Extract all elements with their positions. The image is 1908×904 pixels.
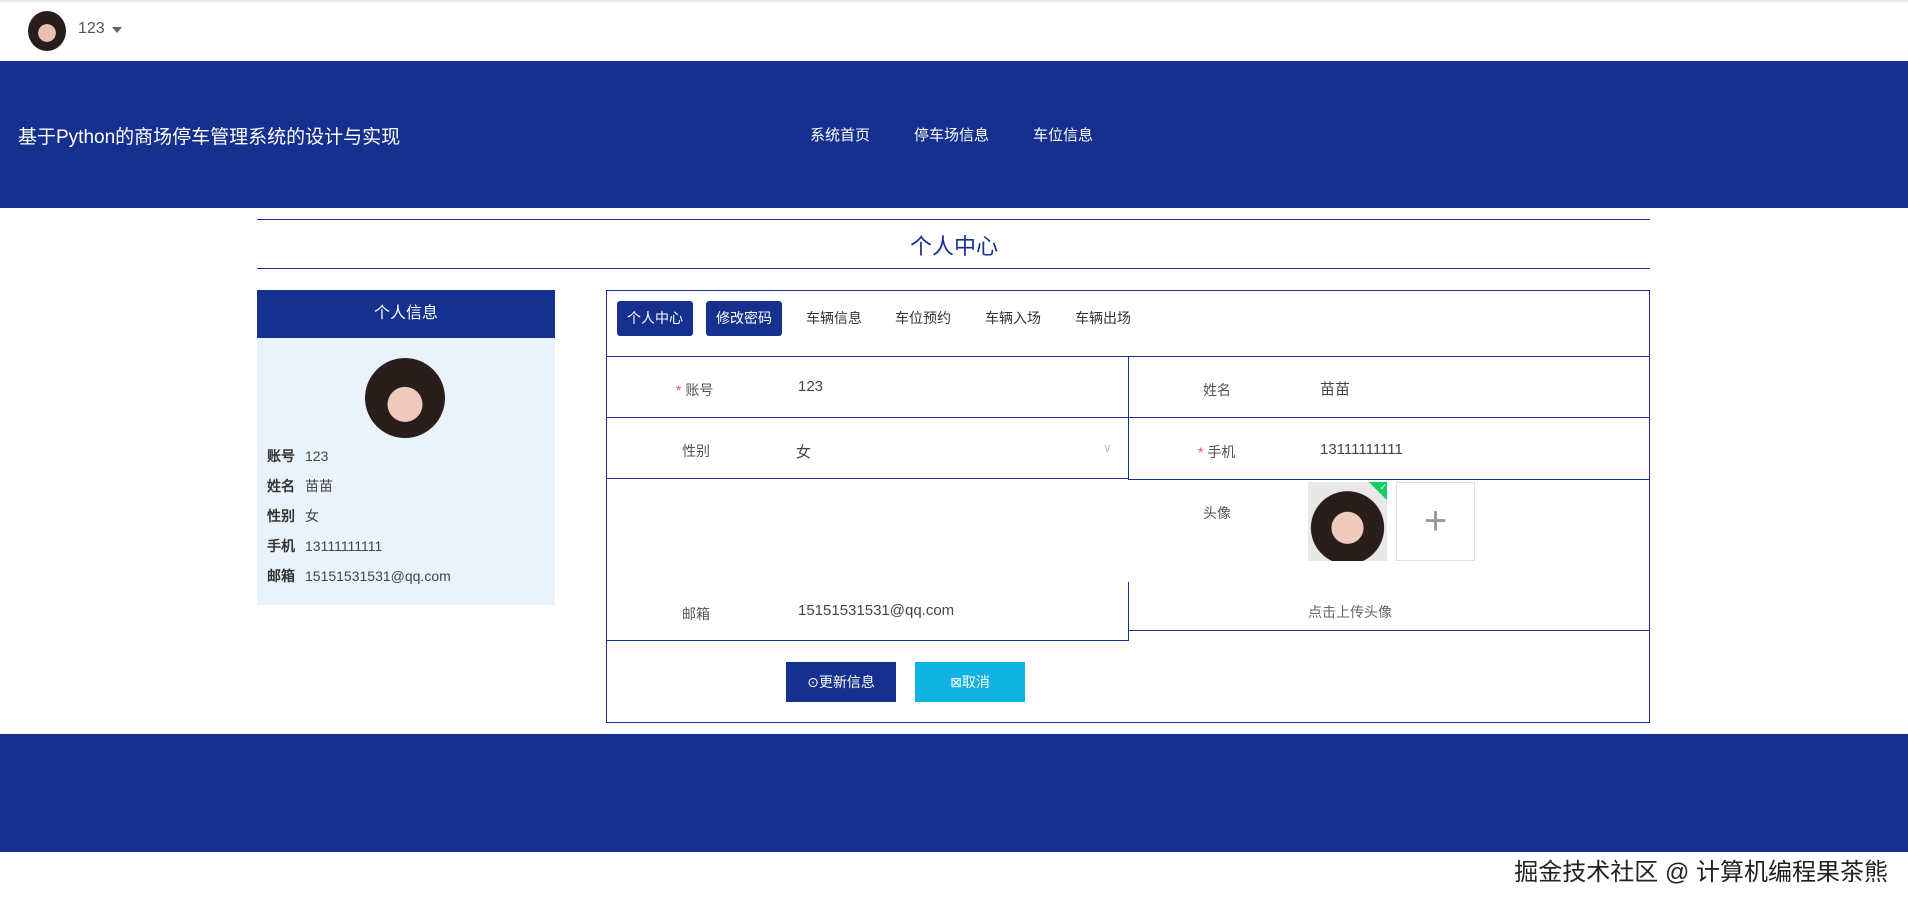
info-phone: 手机 13111111111 (267, 536, 382, 556)
info-value: 苗苗 (305, 478, 333, 494)
page-title: 个人中心 (909, 234, 998, 259)
info-email: 邮箱 15151531531@qq.com (267, 566, 451, 586)
tab-vehicle-exit[interactable]: 车辆出场 (1065, 301, 1141, 336)
profile-avatar (365, 358, 445, 438)
upload-plus-button[interactable]: + (1396, 482, 1475, 561)
info-label: 账号 (267, 448, 295, 464)
info-label: 手机 (267, 538, 295, 554)
info-value: 15151531531@qq.com (305, 568, 451, 584)
nav-parking-lot[interactable]: 停车场信息 (914, 124, 989, 145)
divider (257, 268, 1650, 269)
check-icon: ✓ (1369, 482, 1387, 500)
required-mark: * (1198, 444, 1204, 460)
username[interactable]: 123 (78, 20, 105, 38)
info-label: 性别 (267, 508, 295, 524)
info-value: 女 (305, 508, 319, 524)
info-gender: 性别女 (267, 506, 319, 526)
top-bar (0, 0, 1908, 61)
info-label: 姓名 (267, 478, 295, 494)
cancel-button[interactable]: ⊠取消 (915, 662, 1025, 702)
divider (257, 219, 1650, 220)
site-title: 基于Python的商场停车管理系统的设计与实现 (18, 127, 401, 148)
info-value: 123 (305, 448, 329, 464)
profile-card-title: 个人信息 (257, 290, 555, 338)
tab-space-reservation[interactable]: 车位预约 (885, 301, 961, 336)
gender-label: 性别 (682, 443, 710, 459)
upload-hint[interactable]: 点击上传头像 (1308, 602, 1392, 622)
phone-label-text: 手机 (1207, 444, 1236, 460)
account-label: * 账号 (676, 380, 713, 400)
account-input[interactable]: 123 (798, 378, 823, 395)
info-account: 账号 123 (267, 446, 328, 466)
name-input[interactable]: 苗苗 (1320, 378, 1350, 399)
info-name: 姓名 苗苗 (267, 476, 333, 496)
tab-vehicle-entry[interactable]: 车辆入场 (975, 301, 1051, 336)
tab-vehicle-info[interactable]: 车辆信息 (796, 301, 872, 336)
avatar-label: 头像 (1203, 505, 1231, 521)
email-label: 邮箱 (682, 606, 710, 622)
nav-home[interactable]: 系统首页 (810, 124, 870, 145)
watermark: 掘金技术社区 @ 计算机编程果茶熊 (1514, 859, 1888, 886)
footer (0, 734, 1908, 852)
nav-parking-space[interactable]: 车位信息 (1033, 124, 1093, 145)
user-avatar[interactable] (28, 11, 66, 51)
tab-change-password[interactable]: 修改密码 (706, 301, 782, 336)
phone-label: * 手机 (1198, 442, 1235, 462)
tab-profile[interactable]: 个人中心 (617, 301, 693, 336)
info-value: 13111111111 (305, 538, 383, 554)
phone-input[interactable]: 13111111111 (1320, 441, 1403, 458)
required-mark: * (676, 382, 682, 398)
email-input[interactable]: 15151531531@qq.com (798, 602, 954, 619)
chevron-down-icon[interactable]: ∨ (1103, 441, 1112, 455)
account-label-text: 账号 (685, 382, 714, 398)
gender-select[interactable]: 女 (796, 441, 811, 462)
caret-down-icon[interactable] (112, 27, 122, 33)
name-label: 姓名 (1203, 382, 1231, 398)
update-button[interactable]: ⊙更新信息 (786, 662, 896, 702)
info-label: 邮箱 (267, 568, 295, 584)
